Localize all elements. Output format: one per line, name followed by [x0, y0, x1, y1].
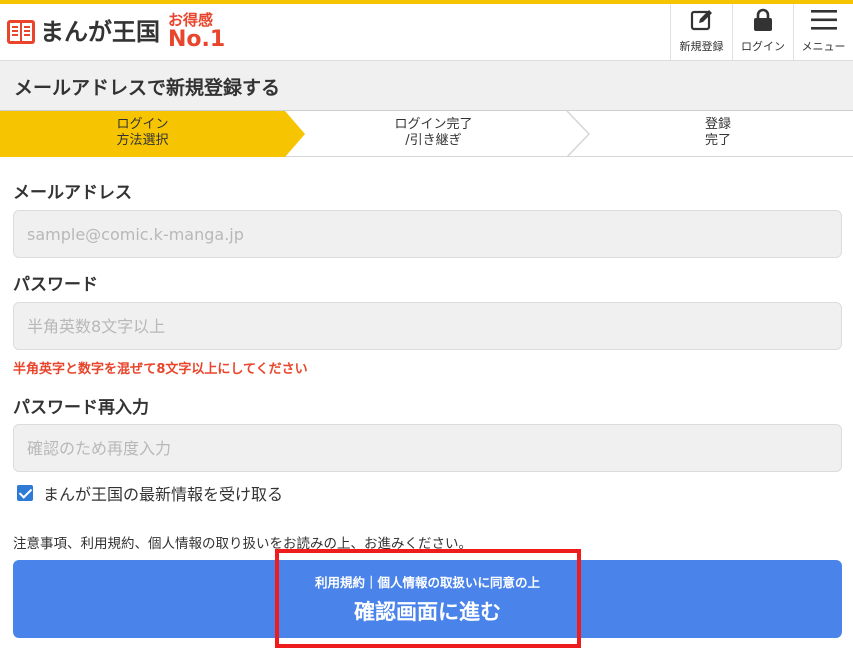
- step-registration-complete: 登録 完了: [589, 117, 847, 149]
- book-logo-icon: [7, 20, 35, 44]
- promo-badge: お得感 No.1: [168, 13, 225, 51]
- progress-steps: ログイン 方法選択 ログイン完了 /引き継ぎ 登録 完了: [0, 111, 853, 157]
- header-nav: 新規登録 ログイン メニュー: [670, 4, 853, 60]
- step-login-complete: ログイン完了 /引き継ぎ: [300, 117, 567, 149]
- button-sub-label: 利用規約｜個人情報の取扱いに同意の上: [314, 575, 540, 590]
- step-1-line-2: 方法選択: [116, 133, 169, 148]
- nav-register-label: 新規登録: [679, 40, 724, 53]
- site-logo[interactable]: まんが王国 お得感 No.1: [6, 12, 225, 52]
- badge-bottom-text: No.1: [168, 27, 226, 52]
- step-3-line-2: 完了: [704, 133, 731, 148]
- password-confirm-label: パスワード再入力: [13, 398, 149, 418]
- terms-notice: 注意事項、利用規約、個人情報の取り扱いをお読みの上、お進みください。: [13, 536, 472, 552]
- step-2-line-1: ログイン完了: [394, 117, 473, 132]
- site-header: まんが王国 お得感 No.1 新規登録 ログイン メニュー: [0, 4, 853, 61]
- page-title-bar: メールアドレスで新規登録する: [0, 61, 853, 111]
- nav-menu-label: メニュー: [801, 40, 846, 53]
- step-login-method: ログイン 方法選択: [0, 117, 285, 149]
- proceed-to-confirm-button[interactable]: 利用規約｜個人情報の取扱いに同意の上 確認画面に進む: [13, 560, 842, 638]
- nav-login-label: ログイン: [741, 40, 785, 53]
- password-hint: 半角英字と数字を混ぜて8文字以上にしてください: [13, 362, 308, 377]
- edit-icon: [690, 10, 712, 31]
- newsletter-label: まんが王国の最新情報を受け取る: [43, 485, 284, 504]
- nav-register-button[interactable]: 新規登録: [670, 4, 732, 60]
- badge-top-text: お得感: [168, 11, 214, 29]
- email-field[interactable]: [13, 210, 842, 258]
- page-title: メールアドレスで新規登録する: [14, 77, 281, 99]
- lock-icon: [754, 8, 772, 31]
- newsletter-option[interactable]: まんが王国の最新情報を受け取る: [17, 481, 283, 505]
- step-3-line-1: 登録: [704, 117, 731, 132]
- email-label: メールアドレス: [13, 183, 132, 203]
- password-label: パスワード: [13, 275, 98, 295]
- button-main-label: 確認画面に進む: [354, 600, 501, 624]
- newsletter-checkbox[interactable]: [17, 485, 33, 501]
- nav-login-button[interactable]: ログイン: [732, 4, 793, 60]
- password-confirm-field[interactable]: [13, 424, 842, 472]
- step-2-line-2: /引き継ぎ: [405, 133, 462, 148]
- password-field[interactable]: [13, 302, 842, 350]
- logo-text: まんが王国: [40, 18, 160, 46]
- step-1-line-1: ログイン: [116, 117, 169, 132]
- hamburger-menu-icon: [810, 10, 837, 30]
- nav-menu-button[interactable]: メニュー: [793, 4, 853, 60]
